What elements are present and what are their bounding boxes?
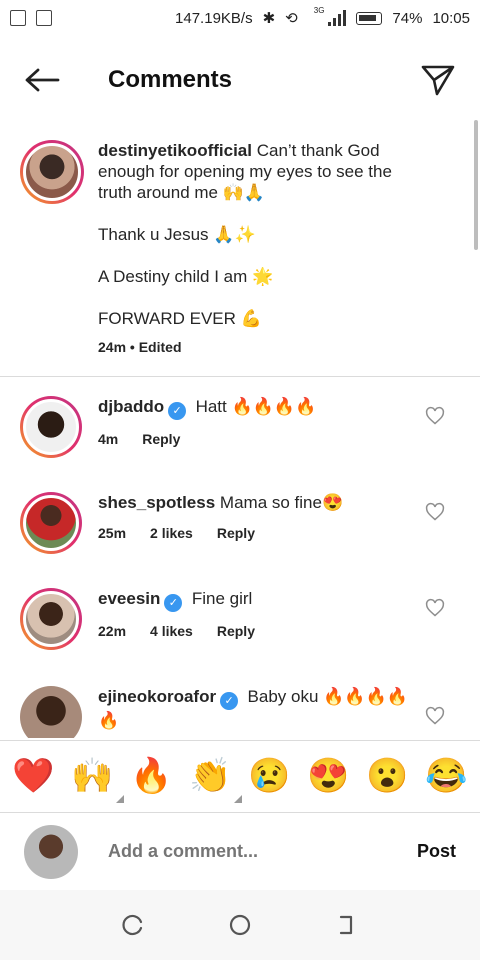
comment-composer: Post	[0, 812, 480, 890]
heart-icon[interactable]	[425, 706, 445, 726]
comment-time: 4m	[98, 431, 119, 447]
comment-username[interactable]: eveesin	[98, 589, 160, 608]
heart-icon[interactable]	[425, 502, 445, 522]
post-button[interactable]: Post	[417, 841, 456, 862]
home-icon	[229, 914, 251, 936]
caption-line: A Destiny child I am 🌟	[98, 267, 274, 286]
comment-row: ejineokoroafor ✓ Baby oku 🔥🔥🔥🔥🔥	[20, 686, 465, 738]
paper-plane-icon	[421, 65, 455, 96]
caption-edited: Edited	[138, 339, 182, 355]
signal-icon	[328, 10, 347, 26]
battery-level: 74%	[392, 9, 423, 27]
comment-row: eveesin ✓ Fine girl 22m 4 likes Reply	[20, 588, 465, 650]
comment-row: djbaddo ✓ Hatt 🔥🔥🔥🔥 4m Reply	[20, 396, 465, 458]
emoji-raising-hands[interactable]: 🙌	[71, 759, 124, 803]
network-type: 3G	[313, 5, 325, 15]
reply-button[interactable]: Reply	[142, 428, 180, 450]
caption-username[interactable]: destinyetikoofficial	[98, 141, 252, 160]
bluetooth-icon: ✱	[262, 10, 276, 27]
comment-text: Mama so fine😍	[219, 493, 344, 512]
emoji-laughing[interactable]: 😂	[425, 759, 467, 793]
clock: 10:05	[432, 9, 470, 27]
comment-time: 22m	[98, 623, 127, 639]
heart-icon[interactable]	[425, 598, 445, 618]
verified-icon: ✓	[164, 594, 183, 612]
share-button[interactable]	[416, 58, 460, 102]
emoji-heart[interactable]: ❤️	[12, 759, 54, 793]
page-title: Comments	[108, 66, 233, 93]
comment-input[interactable]	[108, 841, 417, 862]
emoji-surprised[interactable]: 😮	[366, 759, 408, 793]
rotate-icon: ⟲	[285, 10, 298, 27]
emoji-heart-eyes[interactable]: 😍	[307, 759, 349, 793]
notification-image-icon	[10, 10, 26, 26]
comment-username[interactable]: djbaddo	[98, 397, 164, 416]
network-speed: 147.19KB/s	[175, 9, 253, 27]
caption-line: Thank u Jesus 🙏✨	[98, 225, 256, 244]
caption-line: FORWARD EVER 💪	[98, 309, 262, 328]
post-caption: destinyetikoofficial Can’t thank God eno…	[0, 130, 480, 358]
comment-likes[interactable]: 4 likes	[150, 620, 193, 642]
divider	[0, 376, 480, 377]
reply-button[interactable]: Reply	[217, 620, 255, 642]
avatar	[24, 824, 78, 879]
sim-storage-icon	[36, 10, 52, 26]
comment-username[interactable]: ejineokoroafor	[98, 687, 216, 706]
avatar[interactable]	[20, 492, 82, 554]
comments-list[interactable]: destinyetikoofficial Can’t thank God eno…	[0, 130, 480, 738]
battery-icon	[356, 11, 383, 25]
avatar[interactable]	[20, 588, 82, 650]
system-nav-bar	[0, 890, 480, 960]
verified-icon: ✓	[220, 692, 239, 710]
emoji-clapping[interactable]: 👏	[189, 759, 242, 803]
status-bar: 147.19KB/s ✱ ⟲ 3G 74% 10:05	[0, 0, 480, 36]
comment-username[interactable]: shes_spotless	[98, 493, 215, 512]
reply-button[interactable]: Reply	[217, 522, 255, 544]
back-nav-icon	[339, 915, 352, 935]
recents-button[interactable]	[118, 910, 148, 940]
emoji-fire[interactable]: 🔥	[130, 759, 172, 793]
arrow-left-icon	[25, 68, 60, 92]
comment-likes[interactable]: 2 likes	[150, 522, 193, 544]
heart-icon[interactable]	[425, 406, 445, 426]
home-button[interactable]	[225, 910, 255, 940]
avatar[interactable]	[20, 140, 84, 204]
caption-time: 24m	[98, 339, 127, 355]
app-header: Comments	[0, 50, 480, 110]
avatar[interactable]	[20, 686, 82, 738]
verified-icon: ✓	[168, 402, 187, 420]
emoji-bar: ❤️ 🙌 🔥 👏 😢 😍 😮 😂	[0, 740, 480, 810]
back-nav-button[interactable]	[332, 910, 362, 940]
recents-icon	[122, 914, 143, 936]
comment-row: shes_spotless Mama so fine😍 25m 2 likes …	[20, 492, 465, 554]
back-button[interactable]	[12, 50, 72, 110]
comment-time: 25m	[98, 525, 127, 541]
comment-text: Hatt 🔥🔥🔥🔥	[195, 397, 317, 416]
emoji-crying[interactable]: 😢	[248, 759, 290, 793]
avatar[interactable]	[20, 396, 82, 458]
comment-text: Fine girl	[191, 589, 253, 608]
